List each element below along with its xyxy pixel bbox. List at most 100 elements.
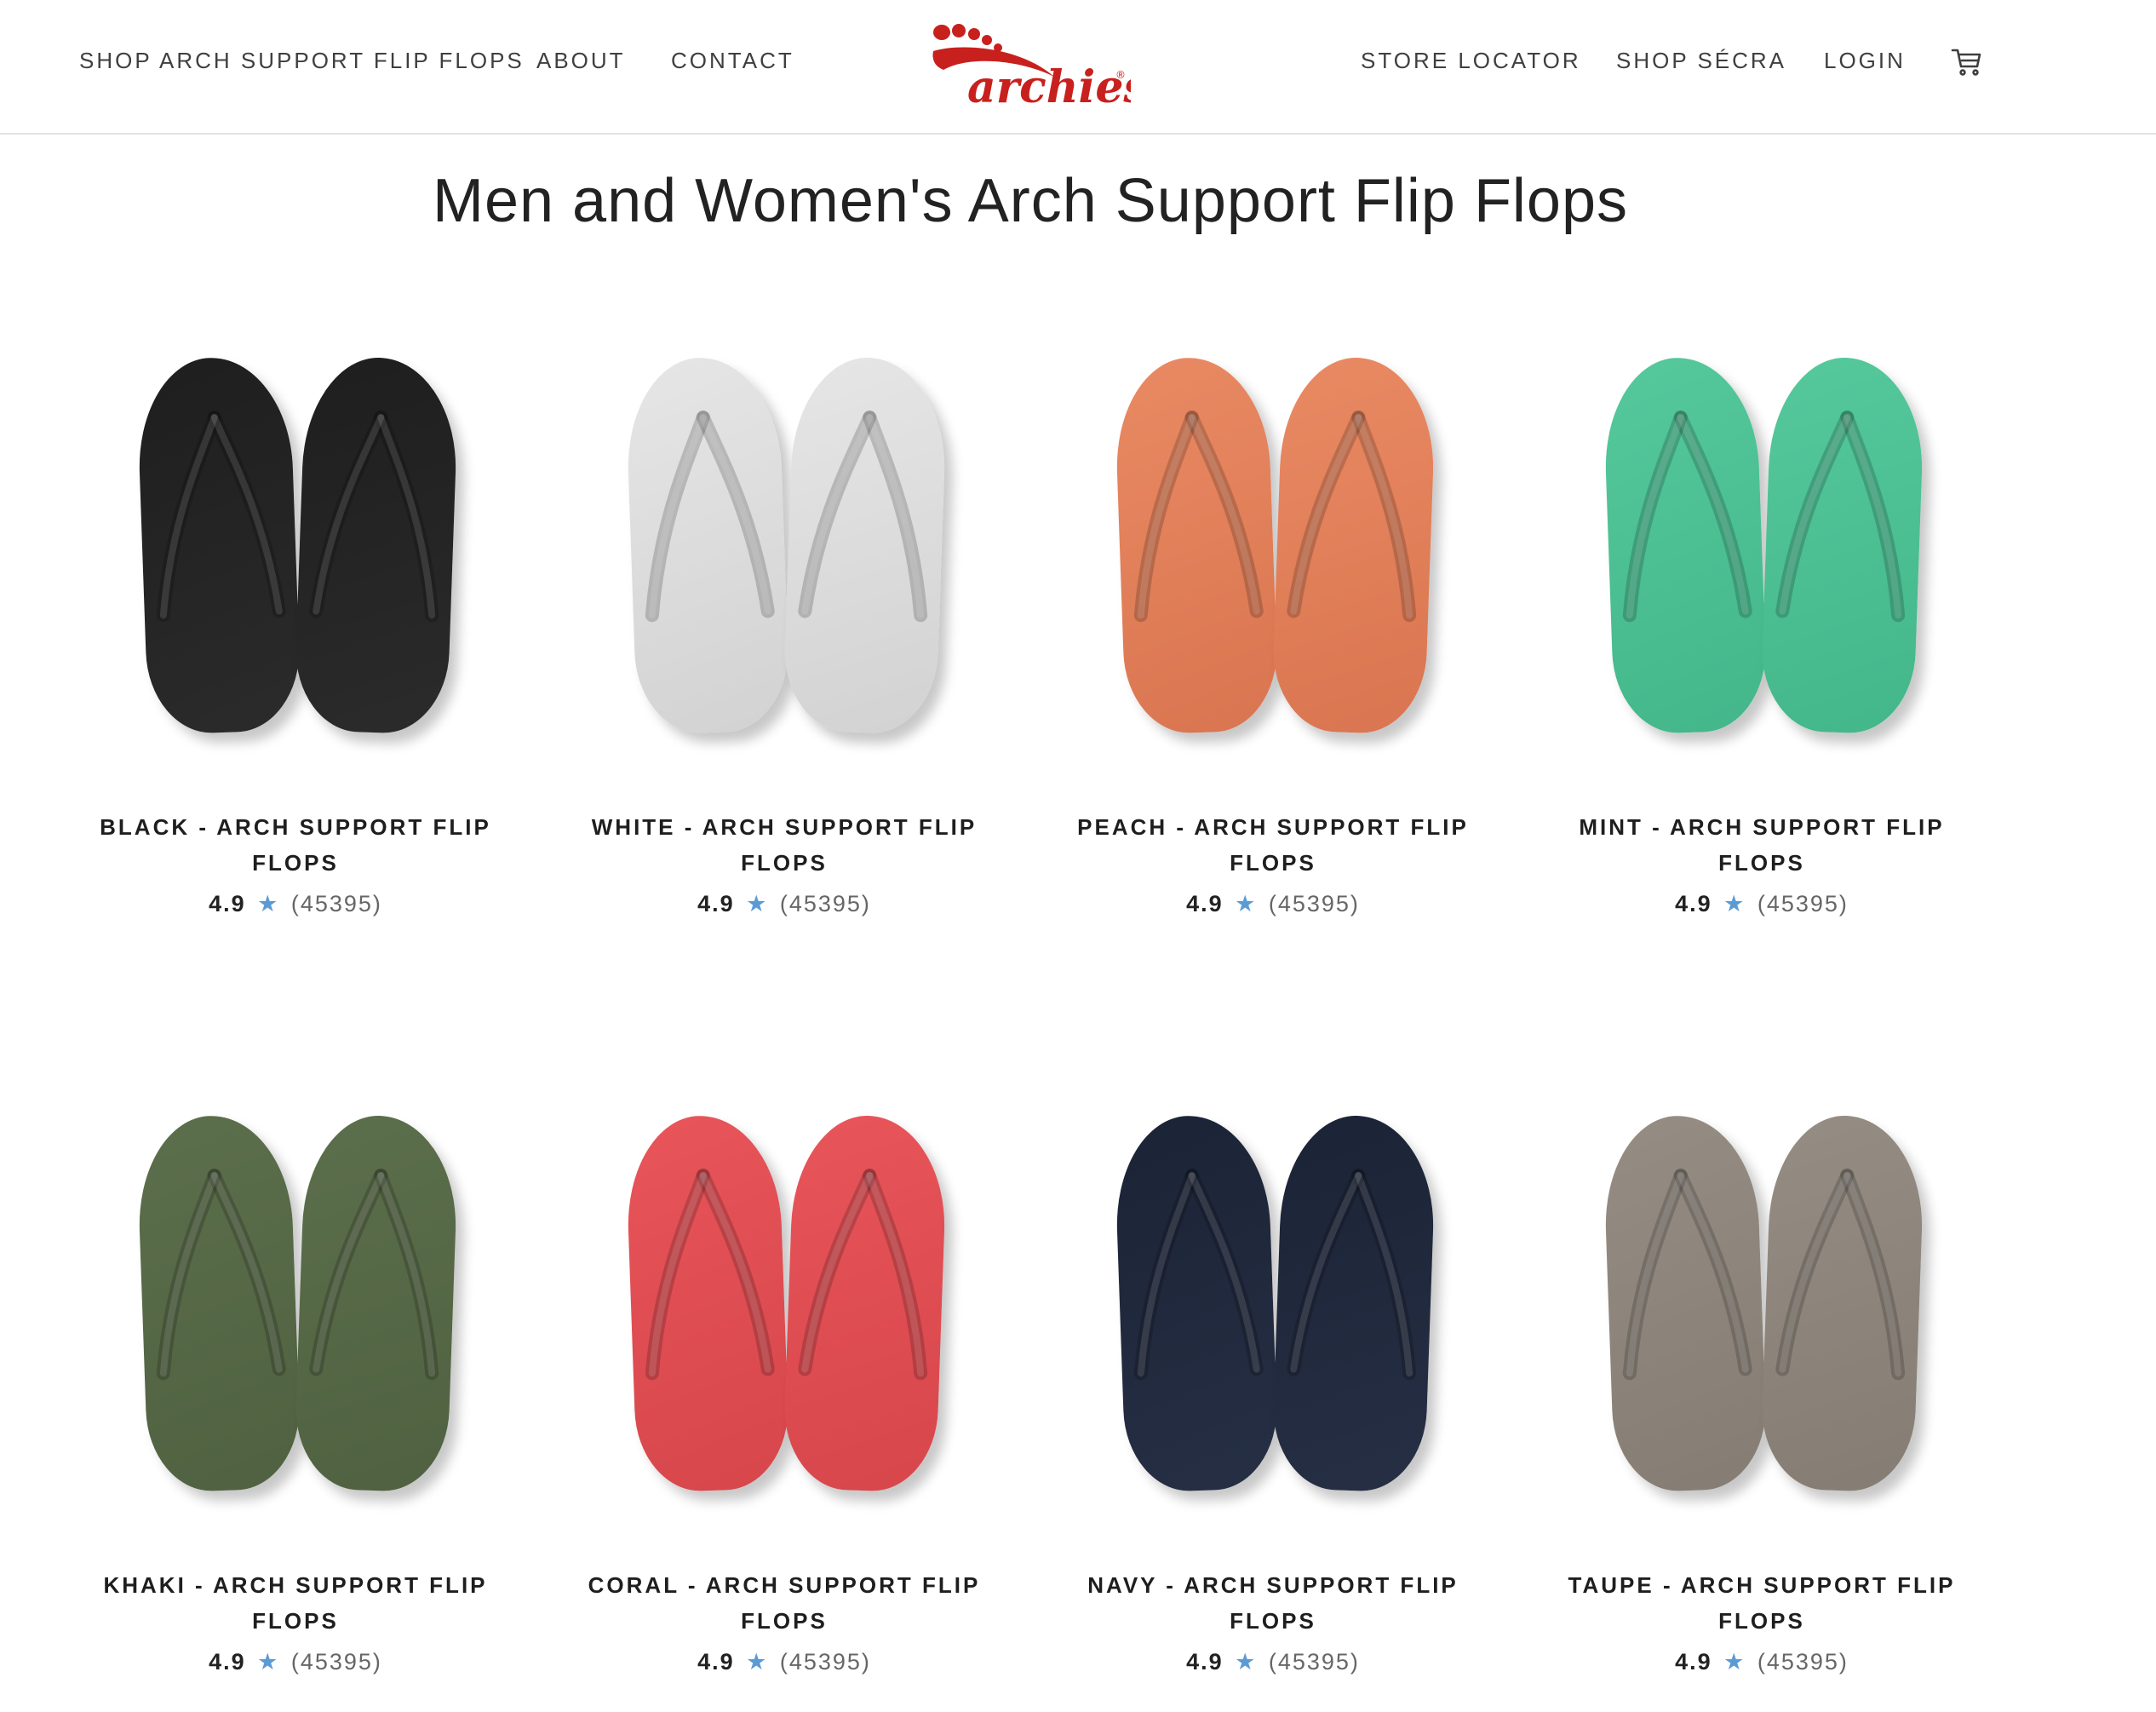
nav-about[interactable]: ABOUT	[536, 48, 626, 74]
flip-flop-right	[782, 1112, 949, 1494]
rating-score: 4.9	[1675, 1649, 1712, 1675]
archies-logo[interactable]: archies ®	[926, 17, 1149, 113]
archies-logo-graphic: archies ®	[932, 24, 1149, 113]
strap	[1775, 411, 1906, 623]
logo-wordmark: archies	[967, 61, 1131, 111]
rating-score: 4.9	[1186, 1649, 1224, 1675]
nav-store-locator[interactable]: STORE LOCATOR	[1361, 48, 1581, 74]
flip-flop-left	[1113, 354, 1280, 736]
strap	[645, 1169, 775, 1381]
flip-flop-left	[1113, 1112, 1280, 1494]
product-rating: 4.9 ★ (45395)	[1035, 1649, 1511, 1675]
product-rating: 4.9 ★ (45395)	[1523, 1649, 2000, 1675]
flip-flop-right	[293, 1112, 460, 1494]
rating-score: 4.9	[209, 1649, 246, 1675]
review-count: (45395)	[1757, 891, 1849, 916]
strap	[1622, 411, 1752, 623]
star-icon: ★	[746, 1649, 769, 1675]
strap	[156, 1169, 286, 1381]
strap	[798, 411, 928, 623]
strap	[1622, 1169, 1752, 1381]
nav-shop-secra[interactable]: SHOP SÉCRA	[1616, 48, 1786, 74]
product-name[interactable]: CORAL - ARCH SUPPORT FLIP FLOPS	[546, 1567, 1023, 1639]
product-name[interactable]: PEACH - ARCH SUPPORT FLIP FLOPS	[1035, 809, 1511, 881]
strap	[1287, 1169, 1417, 1381]
svg-text:®: ®	[1115, 69, 1126, 81]
rating-score: 4.9	[209, 891, 246, 916]
product-rating: 4.9 ★ (45395)	[57, 1649, 534, 1675]
rating-score: 4.9	[1186, 891, 1224, 916]
product-image[interactable]	[1591, 1112, 1932, 1516]
flip-flop-left	[135, 354, 302, 736]
product-image[interactable]	[614, 354, 955, 758]
rating-score: 4.9	[1675, 891, 1712, 916]
product-card[interactable]: WHITE - ARCH SUPPORT FLIP FLOPS 4.9 ★ (45…	[546, 354, 1023, 917]
star-icon: ★	[1723, 1649, 1746, 1675]
product-rating: 4.9 ★ (45395)	[546, 1649, 1023, 1675]
page-title: Men and Women's Arch Support Flip Flops	[432, 167, 1629, 235]
product-name[interactable]: NAVY - ARCH SUPPORT FLIP FLOPS	[1035, 1567, 1511, 1639]
product-card[interactable]: BLACK - ARCH SUPPORT FLIP FLOPS 4.9 ★ (45…	[57, 354, 534, 917]
review-count: (45395)	[1268, 891, 1360, 916]
product-card[interactable]: MINT - ARCH SUPPORT FLIP FLOPS 4.9 ★ (453…	[1523, 354, 2000, 917]
strap	[1287, 411, 1417, 623]
product-rating: 4.9 ★ (45395)	[57, 891, 534, 917]
flip-flop-left	[624, 354, 791, 736]
flip-flop-right	[1759, 354, 1926, 736]
product-image[interactable]	[125, 354, 466, 758]
product-image[interactable]	[614, 1112, 955, 1516]
review-count: (45395)	[290, 1649, 382, 1675]
strap	[645, 411, 775, 623]
star-icon: ★	[1723, 891, 1746, 916]
strap	[1775, 1169, 1906, 1381]
star-icon: ★	[746, 891, 769, 916]
strap	[309, 411, 439, 623]
flip-flop-right	[293, 354, 460, 736]
product-rating: 4.9 ★ (45395)	[1035, 891, 1511, 917]
flip-flop-right	[1759, 1112, 1926, 1494]
review-count: (45395)	[779, 1649, 871, 1675]
product-rating: 4.9 ★ (45395)	[546, 891, 1023, 917]
nav-login[interactable]: LOGIN	[1824, 48, 1906, 74]
flip-flop-left	[624, 1112, 791, 1494]
rating-score: 4.9	[697, 891, 735, 916]
product-card[interactable]: KHAKI - ARCH SUPPORT FLIP FLOPS 4.9 ★ (45…	[57, 1112, 534, 1675]
flip-flop-left	[135, 1112, 302, 1494]
star-icon: ★	[1235, 891, 1258, 916]
star-icon: ★	[257, 891, 280, 916]
flip-flop-left	[1602, 354, 1769, 736]
product-name[interactable]: BLACK - ARCH SUPPORT FLIP FLOPS	[57, 809, 534, 881]
star-icon: ★	[257, 1649, 280, 1675]
product-image[interactable]	[1591, 354, 1932, 758]
product-name[interactable]: TAUPE - ARCH SUPPORT FLIP FLOPS	[1523, 1567, 2000, 1639]
strap	[1133, 1169, 1264, 1381]
product-image[interactable]	[1103, 1112, 1443, 1516]
product-card[interactable]: CORAL - ARCH SUPPORT FLIP FLOPS 4.9 ★ (45…	[546, 1112, 1023, 1675]
star-icon: ★	[1235, 1649, 1258, 1675]
site-header: SHOP ARCH SUPPORT FLIP FLOPS ABOUT CONTA…	[0, 0, 2156, 135]
product-image[interactable]	[125, 1112, 466, 1516]
review-count: (45395)	[779, 891, 871, 916]
flip-flop-left	[1602, 1112, 1769, 1494]
product-name[interactable]: KHAKI - ARCH SUPPORT FLIP FLOPS	[57, 1567, 534, 1639]
product-name[interactable]: WHITE - ARCH SUPPORT FLIP FLOPS	[546, 809, 1023, 881]
flip-flop-right	[782, 354, 949, 736]
review-count: (45395)	[1268, 1649, 1360, 1675]
product-rating: 4.9 ★ (45395)	[1523, 891, 2000, 917]
review-count: (45395)	[290, 891, 382, 916]
cart-icon[interactable]	[1950, 44, 1984, 78]
review-count: (45395)	[1757, 1649, 1849, 1675]
flip-flop-right	[1270, 1112, 1437, 1494]
strap	[798, 1169, 928, 1381]
product-card[interactable]: TAUPE - ARCH SUPPORT FLIP FLOPS 4.9 ★ (45…	[1523, 1112, 2000, 1675]
strap	[309, 1169, 439, 1381]
strap	[1133, 411, 1264, 623]
flip-flop-right	[1270, 354, 1437, 736]
rating-score: 4.9	[697, 1649, 735, 1675]
nav-contact[interactable]: CONTACT	[671, 48, 794, 74]
product-card[interactable]: PEACH - ARCH SUPPORT FLIP FLOPS 4.9 ★ (45…	[1035, 354, 1511, 917]
product-name[interactable]: MINT - ARCH SUPPORT FLIP FLOPS	[1523, 809, 2000, 881]
product-image[interactable]	[1103, 354, 1443, 758]
nav-shop-arch-support-flip-flops[interactable]: SHOP ARCH SUPPORT FLIP FLOPS	[79, 48, 525, 74]
product-card[interactable]: NAVY - ARCH SUPPORT FLIP FLOPS 4.9 ★ (453…	[1035, 1112, 1511, 1675]
